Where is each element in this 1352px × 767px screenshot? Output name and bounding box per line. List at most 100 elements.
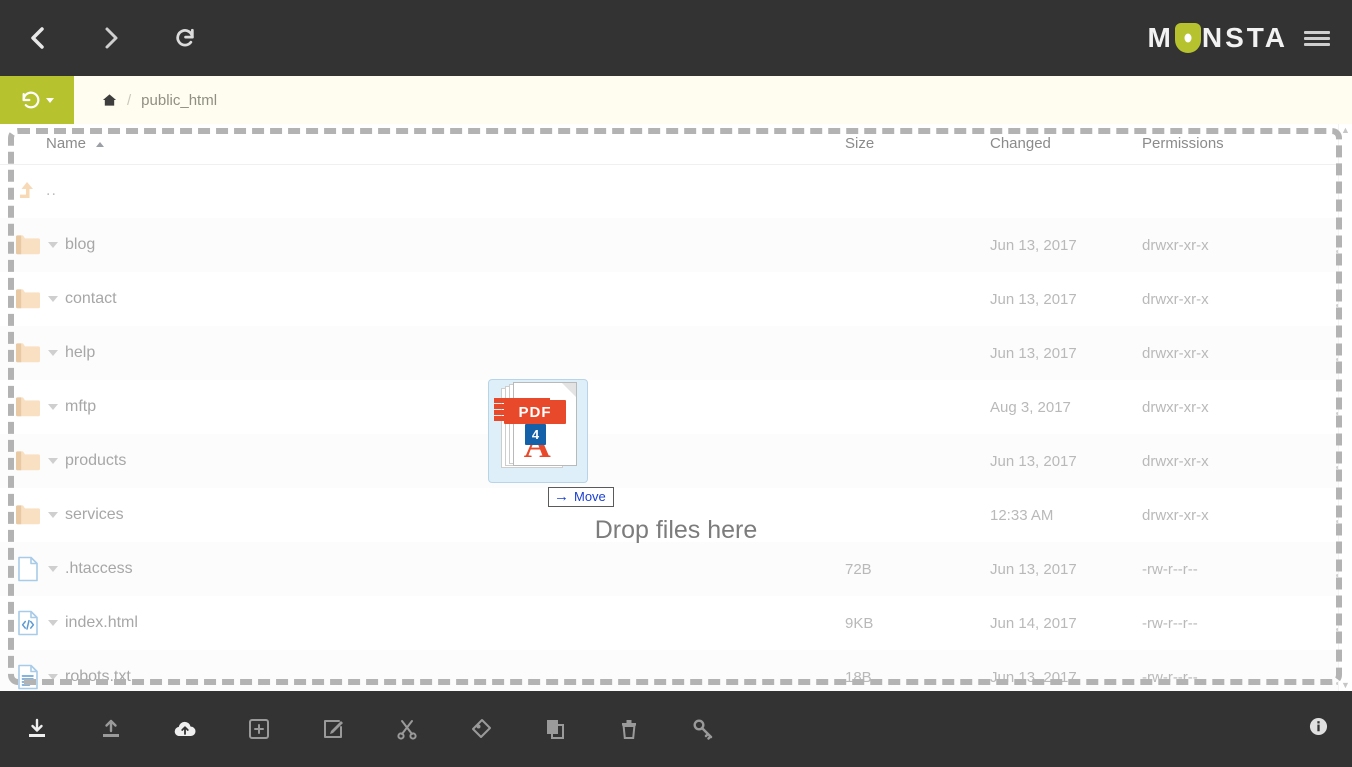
row-menu-caret-icon[interactable] [48, 296, 58, 302]
cell-changed: Jun 14, 2017 [990, 614, 1077, 632]
cell-permissions: drwxr-xr-x [1142, 236, 1209, 254]
row-menu-caret-icon[interactable] [48, 350, 58, 356]
folder-icon [16, 451, 40, 471]
column-header-changed[interactable]: Changed [990, 124, 1142, 165]
cell-permissions: -rw-r--r-- [1142, 668, 1198, 686]
menu-button[interactable] [1304, 27, 1330, 49]
folder-icon-wrapper [10, 450, 46, 472]
table-row[interactable]: index.html 9KB Jun 14, 2017 -rw-r--r-- [0, 596, 1352, 650]
table-row[interactable]: blog Jun 13, 2017 drwxr-xr-x [0, 218, 1352, 272]
edit-pencil-icon [324, 720, 343, 738]
file-code-icon [18, 610, 38, 636]
breadcrumb-item-public-html[interactable]: public_html [141, 92, 217, 109]
row-menu-caret-icon[interactable] [48, 674, 58, 680]
cell-name[interactable]: mftp [0, 380, 845, 434]
bottom-toolbar [0, 691, 1352, 767]
table-row[interactable]: robots.txt 18B Jun 13, 2017 -rw-r--r-- [0, 650, 1352, 691]
cell-permissions: -rw-r--r-- [1142, 560, 1198, 578]
folder-icon-wrapper [10, 234, 46, 256]
cell-name[interactable]: products [0, 434, 845, 488]
column-header-name[interactable]: Name [0, 124, 845, 165]
cell-name[interactable]: index.html [0, 596, 845, 650]
file-table-header: Name Size Changed Permissions [0, 124, 1352, 165]
table-row-parent[interactable]: .. [0, 164, 1352, 218]
file-name-label: mftp [65, 398, 97, 415]
cell-name[interactable]: blog [0, 218, 845, 272]
column-header-size[interactable]: Size [845, 124, 990, 165]
folder-icon-wrapper [10, 504, 46, 526]
brand-logo: M NSTA [1148, 23, 1288, 53]
scroll-down-arrow-icon[interactable]: ▼ [1339, 679, 1352, 691]
info-button[interactable] [1309, 717, 1328, 741]
sort-ascending-icon [96, 141, 105, 147]
copy-button[interactable] [518, 691, 592, 767]
cell-name[interactable]: services [0, 488, 845, 542]
row-menu-caret-icon[interactable] [48, 620, 58, 626]
cell-changed: 12:33 AM [990, 506, 1054, 524]
hamburger-icon-line [1304, 36, 1330, 40]
cell-size [845, 164, 990, 218]
rename-button[interactable] [444, 691, 518, 767]
cell-changed: Jun 13, 2017 [990, 344, 1077, 362]
cell-name[interactable]: robots.txt [0, 650, 845, 691]
table-row[interactable]: help Jun 13, 2017 drwxr-xr-x [0, 326, 1352, 380]
breadcrumb-separator: / [127, 91, 132, 109]
cloud-upload-icon [174, 721, 196, 736]
breadcrumb-bar: / public_html [0, 76, 1352, 124]
download-button[interactable] [0, 691, 74, 767]
cell-permissions: drwxr-xr-x [1142, 452, 1209, 470]
forward-button[interactable] [74, 0, 148, 76]
table-row[interactable]: contact Jun 13, 2017 drwxr-xr-x [0, 272, 1352, 326]
vertical-scrollbar[interactable]: ▲ ▼ [1338, 124, 1352, 691]
home-icon[interactable] [102, 93, 117, 107]
permissions-button[interactable] [666, 691, 740, 767]
column-header-name-label: Name [46, 135, 87, 153]
refresh-button[interactable] [148, 0, 222, 76]
file-name-label: products [65, 452, 127, 469]
download-icon [29, 718, 45, 737]
chevron-left-icon [31, 27, 44, 49]
back-button[interactable] [0, 0, 74, 76]
delete-button[interactable] [592, 691, 666, 767]
row-menu-caret-icon[interactable] [48, 512, 58, 518]
scroll-up-arrow-icon[interactable]: ▲ [1339, 124, 1352, 136]
cell-size [845, 488, 990, 542]
upload-button[interactable] [74, 691, 148, 767]
cell-changed [990, 164, 1142, 218]
cell-size [845, 272, 990, 326]
scissors-icon [397, 720, 417, 740]
table-row[interactable]: .htaccess 72B Jun 13, 2017 -rw-r--r-- [0, 542, 1352, 596]
cell-changed: Jun 13, 2017 [990, 452, 1077, 470]
folder-icon-wrapper [10, 342, 46, 364]
cell-name[interactable]: contact [0, 272, 845, 326]
row-menu-caret-icon[interactable] [48, 404, 58, 410]
folder-icon [16, 505, 40, 525]
table-row[interactable]: products Jun 13, 2017 drwxr-xr-x [0, 434, 1352, 488]
key-icon [693, 719, 713, 740]
file-name-label: services [65, 506, 124, 523]
parent-directory-cell[interactable]: .. [0, 164, 845, 218]
cell-size: 9KB [845, 614, 874, 632]
table-row[interactable]: mftp Aug 3, 2017 drwxr-xr-x [0, 380, 1352, 434]
info-icon [1309, 717, 1328, 736]
file-name-label: index.html [65, 614, 138, 631]
new-folder-button[interactable] [222, 691, 296, 767]
cell-name[interactable]: help [0, 326, 845, 380]
edit-button[interactable] [296, 691, 370, 767]
row-menu-caret-icon[interactable] [48, 458, 58, 464]
table-row[interactable]: services 12:33 AM drwxr-xr-x [0, 488, 1352, 542]
cell-name[interactable]: .htaccess [0, 542, 845, 596]
cell-permissions: drwxr-xr-x [1142, 344, 1209, 362]
scrollbar-thumb[interactable] [1342, 138, 1350, 658]
breadcrumb: / public_html [74, 76, 1352, 124]
row-menu-caret-icon[interactable] [48, 566, 58, 572]
cloud-upload-button[interactable] [148, 691, 222, 767]
cell-permissions: drwxr-xr-x [1142, 506, 1209, 524]
file-list-panel: Name Size Changed Permissions .. blog Jun … [0, 124, 1352, 691]
trash-icon [622, 720, 636, 739]
history-button[interactable] [0, 76, 74, 124]
row-menu-caret-icon[interactable] [48, 242, 58, 248]
file-name-label: contact [65, 290, 117, 307]
cut-button[interactable] [370, 691, 444, 767]
column-header-permissions[interactable]: Permissions [1142, 124, 1322, 165]
